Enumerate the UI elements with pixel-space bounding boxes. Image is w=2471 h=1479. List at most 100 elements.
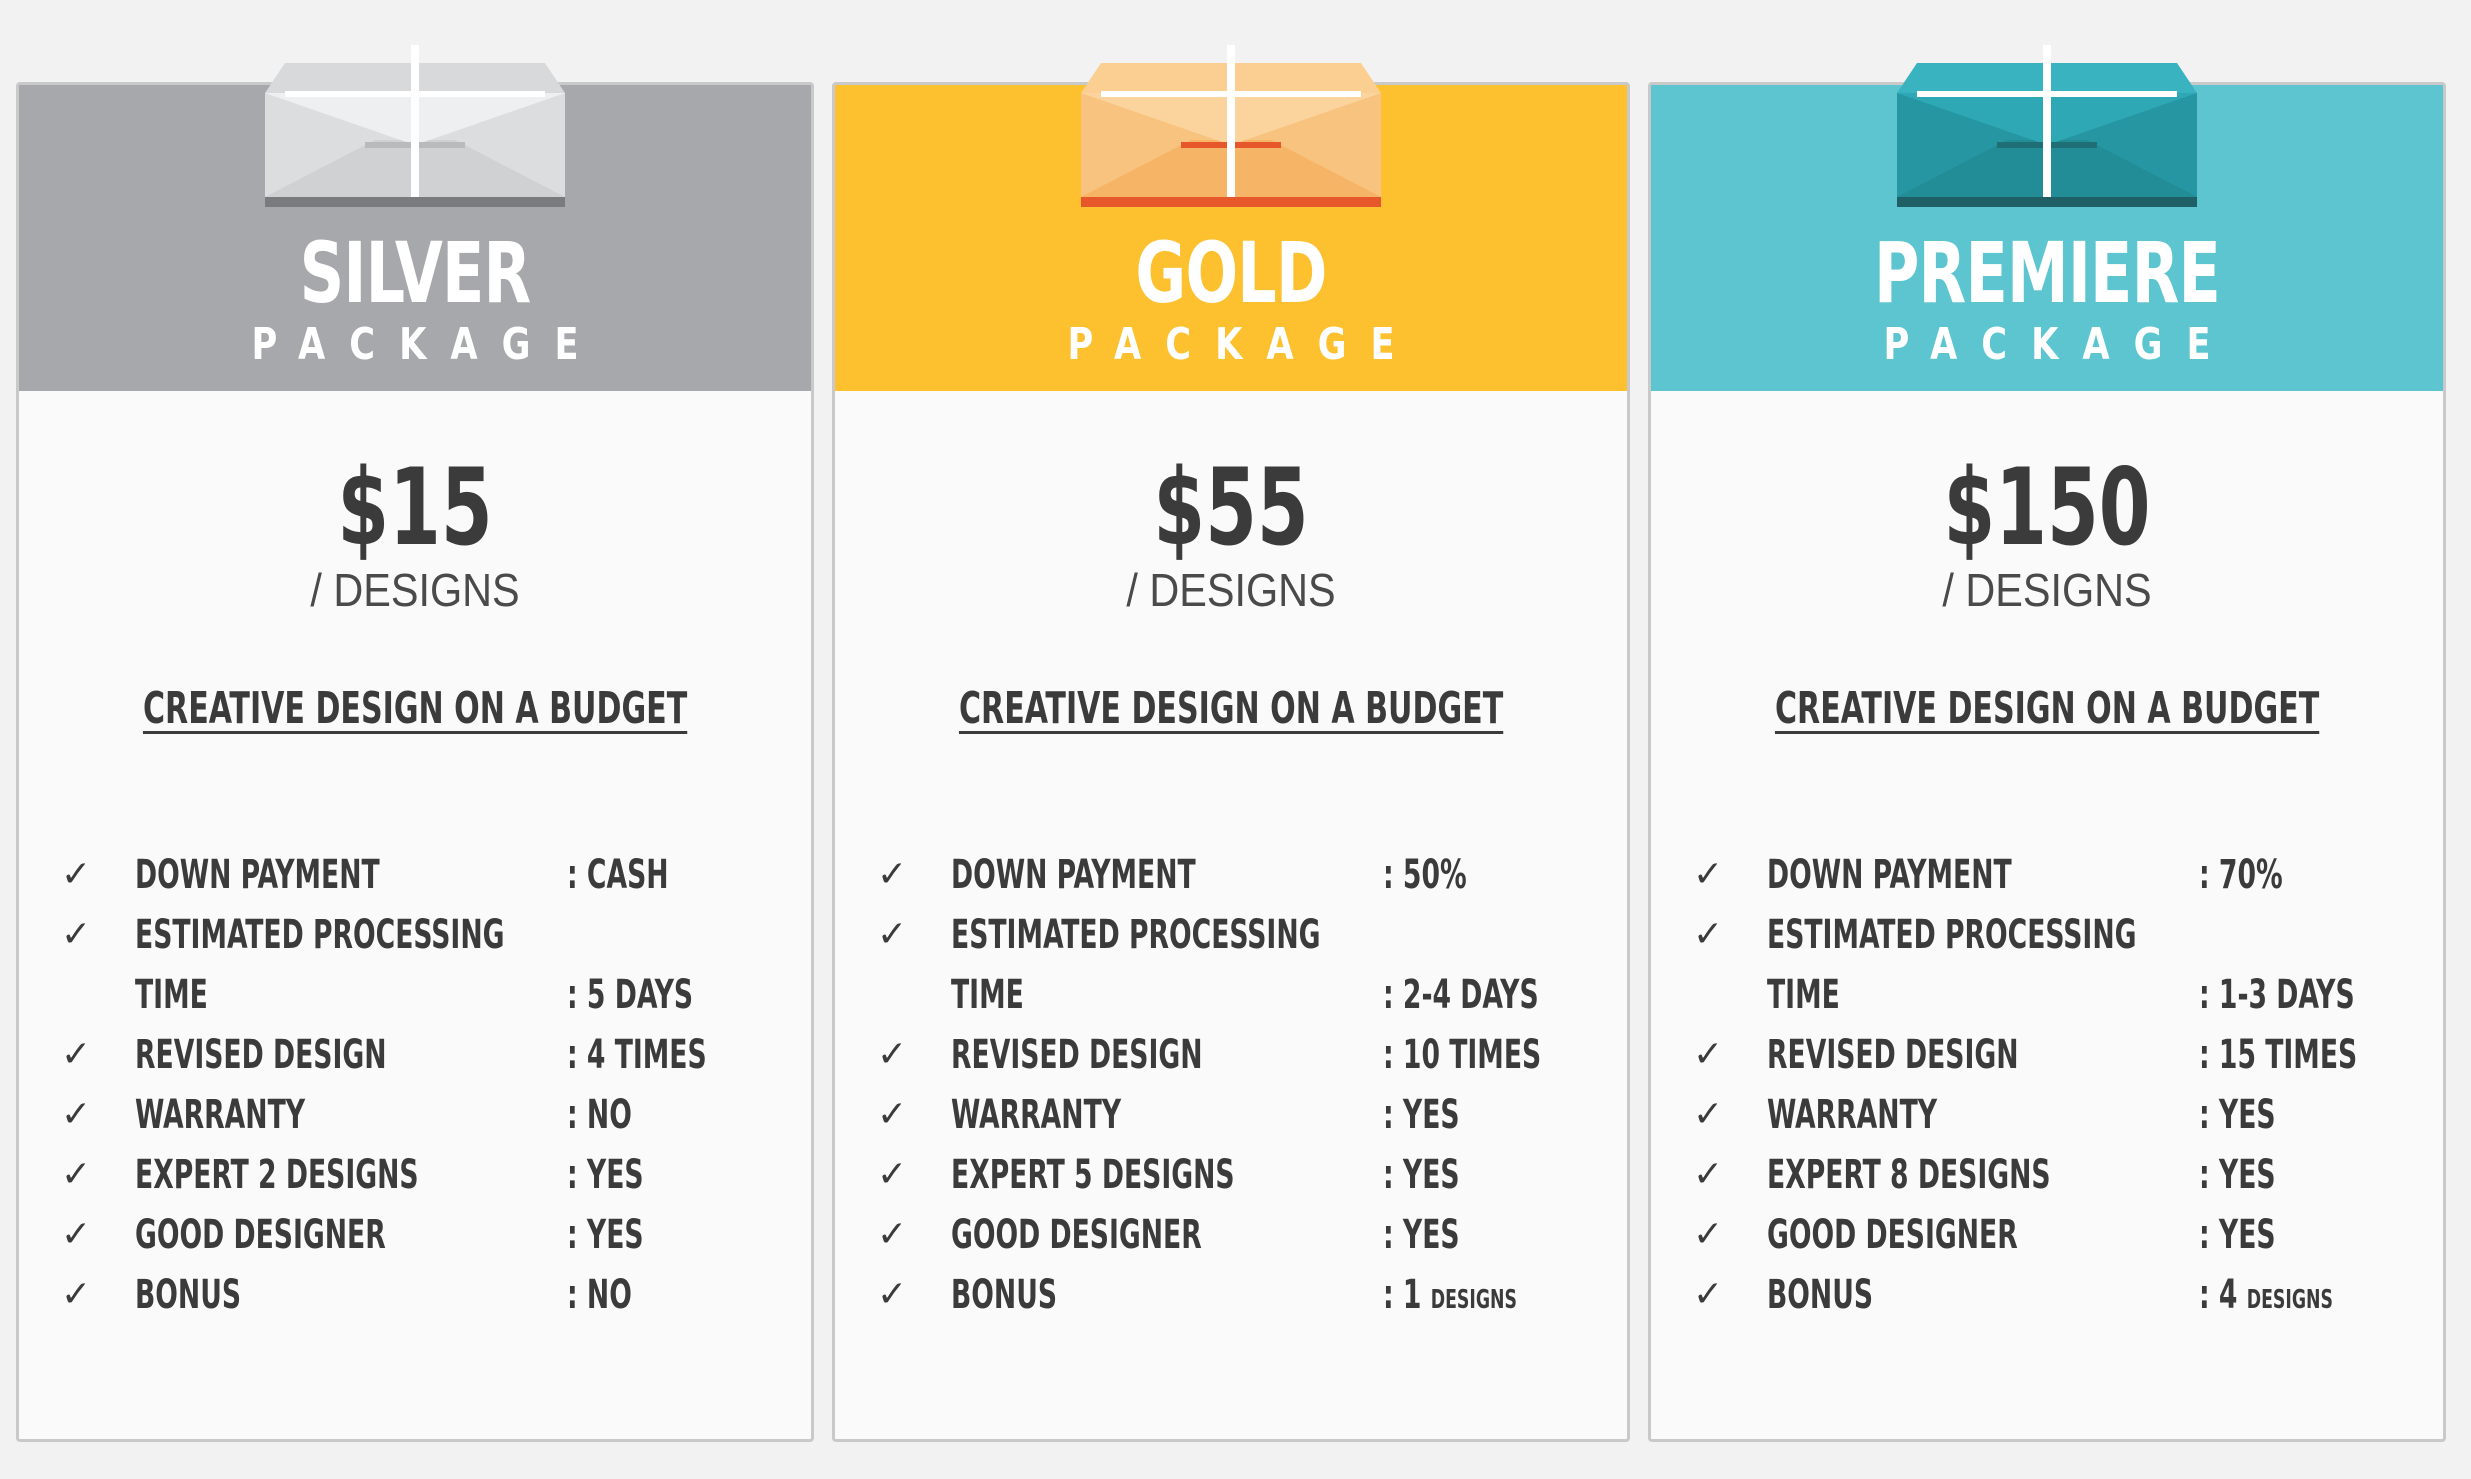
feature-label: TIME [1767,972,1840,1018]
feature-list: ✓ DOWN PAYMENT: 50% ✓ ESTIMATED PROCESSING… [877,845,1617,1325]
feature-value: : YES [1383,1092,1460,1138]
check-icon: ✓ [877,1274,908,1315]
feature-label: BONUS [951,1272,1058,1318]
feature-value: : 1-3 DAYS [2199,972,2355,1018]
feature-label: WARRANTY [1767,1092,1938,1138]
tagline-text: CREATIVE DESIGN ON A BUDGET [958,683,1504,734]
package-name: GOLD [1135,224,1327,322]
check-icon: ✓ [877,1094,908,1135]
feature-row: TIME : 2-4 DAYS [877,965,1617,1025]
price: $55 [1153,446,1309,569]
pricing-card-premiere: PREMIERE PACKAGE $150 / DESIGNS CREATIVE… [1648,45,2446,1442]
feature-label: BONUS [135,1272,242,1318]
price-unit: / DESIGNS [1942,564,2152,616]
check-icon [61,965,101,1025]
feature-row: ✓ WARRANTY : NO [61,1085,801,1145]
feature-row: ✓ ESTIMATED PROCESSING [1693,905,2433,965]
feature-value: : 70% [2199,852,2283,898]
feature-label: WARRANTY [951,1092,1122,1138]
tagline: CREATIVE DESIGN ON A BUDGET [1651,687,2443,731]
package-name: SILVER [299,224,532,322]
feature-label: ESTIMATED PROCESSING [1767,912,2137,958]
check-icon: ✓ [877,1154,908,1195]
feature-value: : YES [567,1152,644,1198]
package-subtitle: PACKAGE [1883,319,2235,370]
feature-value: : 50% [1383,852,1467,898]
feature-label: DOWN PAYMENT [135,852,380,898]
check-icon: ✓ [877,1214,908,1255]
feature-value-main: : 4 [2199,1272,2238,1318]
check-icon: ✓ [1693,854,1724,895]
feature-row: ✓ BONUS : 1 DESIGNS [877,1265,1617,1325]
feature-value: : 2-4 DAYS [1383,972,1539,1018]
check-icon: ✓ [877,914,908,955]
feature-row: ✓ REVISED DESIGN: 15 TIMES [1693,1025,2433,1085]
feature-value: : 10 TIMES [1383,1032,1542,1078]
feature-value: : CASH [567,852,669,898]
feature-label: EXPERT 2 DESIGNS [135,1152,419,1198]
feature-row: ✓ REVISED DESIGN: 10 TIMES [877,1025,1617,1085]
envelope-icon [1081,45,1381,209]
envelope-icon [1897,45,2197,209]
package-subtitle: PACKAGE [1067,319,1419,370]
feature-list: ✓ DOWN PAYMENT: 70% ✓ ESTIMATED PROCESSING… [1693,845,2433,1325]
check-icon: ✓ [61,1274,92,1315]
tagline: CREATIVE DESIGN ON A BUDGET [835,687,1627,731]
feature-row: ✓ GOOD DESIGNER : YES [1693,1205,2433,1265]
pricing-card-gold: GOLD PACKAGE $55 / DESIGNS CREATIVE DESI… [832,45,1630,1442]
feature-row: ✓ DOWN PAYMENT : 70% [1693,845,2433,905]
feature-label: REVISED DESIGN [1767,1032,2019,1078]
check-icon [877,965,917,1025]
feature-row: ✓ WARRANTY: YES [1693,1085,2433,1145]
envelope-icon [265,45,565,209]
feature-value: : YES [2199,1212,2276,1258]
feature-value: : 4 TIMES [567,1032,707,1078]
feature-list: ✓ DOWN PAYMENT : CASH ✓ ESTIMATED PROCESSIN… [61,845,801,1325]
check-icon: ✓ [1693,1214,1724,1255]
feature-value: : YES [567,1212,644,1258]
feature-value-suffix: DESIGNS [1430,1285,1517,1315]
feature-row: ✓ GOOD DESIGNER: YES [877,1205,1617,1265]
feature-row: ✓ DOWN PAYMENT : 50% [877,845,1617,905]
feature-label: TIME [135,972,208,1018]
feature-value-main: : 1 [1383,1272,1422,1318]
feature-row: ✓ EXPERT 5 DESIGNS : YES [877,1145,1617,1205]
feature-row: ✓ ESTIMATED PROCESSING [61,905,801,965]
feature-value: : NO [567,1272,632,1318]
package-subtitle: PACKAGE [251,319,603,370]
feature-label: WARRANTY [135,1092,306,1138]
feature-value: : NO [567,1092,632,1138]
price-unit: / DESIGNS [310,564,520,616]
feature-label: GOOD DESIGNER [135,1212,386,1258]
check-icon: ✓ [61,1094,92,1135]
tagline-text: CREATIVE DESIGN ON A BUDGET [142,683,688,734]
price-unit: / DESIGNS [1126,564,1336,616]
check-icon: ✓ [61,1214,92,1255]
feature-label: BONUS [1767,1272,1874,1318]
check-icon: ✓ [61,1154,92,1195]
feature-label: GOOD DESIGNER [951,1212,1202,1258]
check-icon: ✓ [877,1034,908,1075]
feature-value: : 4 DESIGNS [2199,1265,2333,1330]
price: $15 [337,446,493,569]
feature-row: ✓ GOOD DESIGNER : YES [61,1205,801,1265]
feature-label: TIME [951,972,1024,1018]
feature-value: : YES [2199,1092,2276,1138]
feature-value-suffix: DESIGNS [2246,1285,2333,1315]
check-icon: ✓ [61,854,92,895]
feature-value: : 5 DAYS [567,972,694,1018]
feature-label: EXPERT 5 DESIGNS [951,1152,1235,1198]
feature-label: GOOD DESIGNER [1767,1212,2018,1258]
check-icon [1693,965,1733,1025]
feature-row: ✓ BONUS : NO [61,1265,801,1325]
feature-row: ✓ REVISED DESIGN: 4 TIMES [61,1025,801,1085]
check-icon: ✓ [877,854,908,895]
feature-label: DOWN PAYMENT [1767,852,2012,898]
feature-row: ✓ DOWN PAYMENT : CASH [61,845,801,905]
tagline-text: CREATIVE DESIGN ON A BUDGET [1774,683,2320,734]
feature-label: DOWN PAYMENT [951,852,1196,898]
feature-value: : YES [1383,1152,1460,1198]
feature-row: TIME : 5 DAYS [61,965,801,1025]
feature-label: REVISED DESIGN [135,1032,387,1078]
price: $150 [1943,446,2151,569]
